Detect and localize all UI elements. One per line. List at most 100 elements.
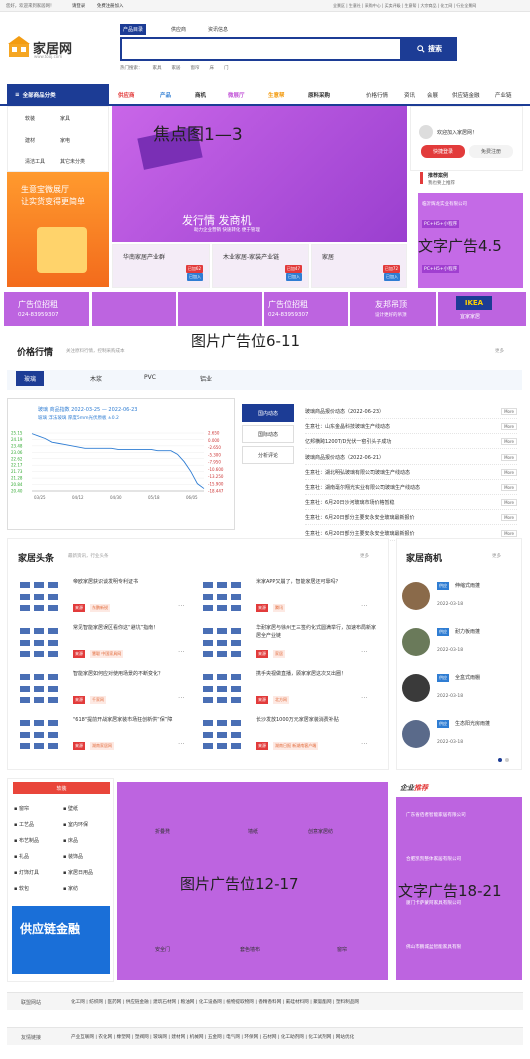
headline-item[interactable]: 米家APP又崩了，智能家居还可靠吗？ 来源 腾讯 ··· <box>201 578 381 622</box>
image-ad-caption[interactable]: 窗帘 <box>337 946 347 953</box>
news-more-button[interactable]: More <box>501 468 517 476</box>
business-name[interactable]: 全盒式雨棚 <box>455 674 480 681</box>
login-link[interactable]: 请登录 <box>72 3 85 9</box>
headline-title[interactable]: "618"提前开战家居家装市场狂创新供“保”障 <box>73 716 193 724</box>
group-card[interactable]: 家居 已加72 已加入 <box>311 244 407 288</box>
top-right-links[interactable]: 全景区 | 生意社 | 采购中心 | 买卖评级 | 生意帮 | 大宗商品 | 化… <box>333 3 476 9</box>
side-tab-analysis[interactable]: 分析评论 <box>242 446 294 464</box>
news-more-button[interactable]: More <box>501 529 517 537</box>
business-item[interactable]: 供应 伸缩式雨蓬 2022-03-18 <box>400 578 522 622</box>
nav-suppliers[interactable]: 供应商 <box>118 91 135 99</box>
recommended-company[interactable]: 合肥凯凯整体家居有限公司 <box>406 856 461 862</box>
image-ad-caption[interactable]: 安全门 <box>155 946 170 953</box>
ad-slot[interactable]: 广告位招租 024-83959307 <box>264 292 348 326</box>
headline-item[interactable]: 华耐家居与徐州王三签约化式圆满举行，加速布局新家居全产业链 来源 家居 ··· <box>201 624 381 668</box>
showroom-promo[interactable]: 生意宝微展厅 让实货变得更简单 <box>7 172 109 287</box>
nav-products[interactable]: 产品 <box>160 91 171 99</box>
business-item[interactable]: 供应 全盒式雨棚 2022-03-18 <box>400 670 522 714</box>
news-row[interactable]: 生意社：湖南毫尔翔光实业有限公司玻璃生产线动态 More <box>305 481 517 495</box>
nav-price[interactable]: 价格行情 <box>366 91 388 99</box>
news-more-button[interactable]: More <box>501 438 517 446</box>
more-options-icon[interactable]: ··· <box>178 648 185 656</box>
search-button[interactable]: 搜索 <box>402 37 457 61</box>
news-title[interactable]: 亿邦横跨1200T/D光伏一窑引头子成功 <box>305 438 391 445</box>
headline-item[interactable]: 常见智能家居误区看你这“避坑”指南！ 来源 慧聪 中国家具网 ··· <box>18 624 198 668</box>
search-tab-news[interactable]: 资讯信息 <box>205 24 231 35</box>
group-card[interactable]: 木业家居-家装产业链 已加47 已加入 <box>212 244 309 288</box>
more-options-icon[interactable]: ··· <box>178 602 185 610</box>
category-item[interactable]: 其它未分类 <box>60 158 85 165</box>
news-row[interactable]: 生意社：山东金晶科技玻璃生产线动态 More <box>305 420 517 435</box>
ad-slot[interactable] <box>178 292 262 326</box>
free-register-button[interactable]: 免费注册 <box>469 145 513 158</box>
more-options-icon[interactable]: ··· <box>178 694 185 702</box>
business-name[interactable]: 生态阳光房雨蓬 <box>455 720 490 727</box>
news-title[interactable]: 生意社：山东金晶科技玻璃生产线动态 <box>305 423 390 430</box>
headline-title[interactable]: 华耐家居与徐州王三签约化式圆满举行，加速布局新家居全产业链 <box>256 624 376 640</box>
category-item[interactable]: 建材 <box>25 137 35 144</box>
category-item[interactable]: 清洁工具 <box>25 158 45 165</box>
price-tab-pvc[interactable]: PVC <box>144 374 156 381</box>
all-categories-button[interactable]: ≡ 全部商品分类 <box>7 84 109 106</box>
news-more-button[interactable]: More <box>501 499 517 507</box>
nav-finance[interactable]: 供应链金融 <box>452 91 480 99</box>
business-name[interactable]: 伸缩式雨蓬 <box>455 582 480 589</box>
material-item[interactable]: ▪ 窗帘 <box>14 805 29 812</box>
register-link[interactable]: 免费注册加入 <box>97 3 123 9</box>
nav-bang[interactable]: 生意帮 <box>268 91 285 99</box>
ad-slot[interactable]: 广告位招租 024-83959307 <box>4 292 89 326</box>
news-row[interactable]: 玻璃商品报价动态（2022-06-21） More <box>305 451 517 465</box>
headline-title[interactable]: 长沙发放1000万元家居家装消费补贴 <box>256 716 376 724</box>
nav-news[interactable]: 资讯 <box>404 91 415 99</box>
news-row[interactable]: 亿邦横跨1200T/D光伏一窑引头子成功 More <box>305 435 517 450</box>
ad-slot-youbang[interactable]: 友邦吊顶 设计更好的吊顶 <box>350 292 436 326</box>
image-ad-caption[interactable]: 墙纸 <box>248 828 258 835</box>
recommend-link[interactable]: 我也要上推荐 <box>428 180 455 186</box>
material-item[interactable]: ▪ 灯饰灯具 <box>14 869 39 876</box>
price-tab-aluminum[interactable]: 铝业 <box>200 374 212 383</box>
hot-item[interactable]: 床 <box>210 66 215 71</box>
recommended-company[interactable]: 佛山市鹏城盆智能家具有限 <box>406 944 461 950</box>
news-title[interactable]: 生意社：湖南毫尔翔光实业有限公司玻璃生产线动态 <box>305 484 420 491</box>
carousel-dot[interactable] <box>505 758 509 762</box>
supply-chain-finance-promo[interactable]: 供应链金融 <box>12 906 110 974</box>
category-item[interactable]: 家电 <box>60 137 70 144</box>
more-options-icon[interactable]: ··· <box>178 740 185 748</box>
business-more-link[interactable]: 更多 <box>492 553 501 559</box>
material-item[interactable]: ▪ 室内环保 <box>63 821 88 828</box>
news-title[interactable]: 生意社：6月20日沙河玻璃市场价格暂稳 <box>305 499 395 506</box>
nav-showroom[interactable]: 微展厅 <box>228 91 245 99</box>
search-tab-products[interactable]: 产品目录 <box>120 24 147 35</box>
ad-slot-ikea[interactable]: IKEA 宜家家居 <box>438 292 526 326</box>
nav-chain[interactable]: 产业链 <box>495 91 512 99</box>
material-item[interactable]: ▪ 软包 <box>14 885 29 892</box>
headline-item[interactable]: 智能家居如何应对使用场景的不断变化？ 来源 千家网 ··· <box>18 670 198 714</box>
ad-slot[interactable] <box>92 292 176 326</box>
material-item[interactable]: ▪ 家居日用品 <box>63 869 93 876</box>
logo-icon[interactable] <box>8 36 30 58</box>
material-item[interactable]: ▪ 布艺制品 <box>14 837 39 844</box>
news-more-button[interactable]: More <box>501 423 517 431</box>
side-tab-domestic[interactable]: 国内动态 <box>242 404 294 422</box>
news-title[interactable]: 玻璃商品报价动态（2022-06-21） <box>305 454 384 461</box>
quick-login-button[interactable]: 快捷登录 <box>421 145 465 158</box>
category-item[interactable]: 软装 <box>25 115 35 122</box>
news-more-button[interactable]: More <box>501 408 517 415</box>
nav-business[interactable]: 商机 <box>195 91 206 99</box>
price-tab-glass[interactable]: 玻璃 <box>16 371 45 386</box>
alliance-link-list[interactable]: 化工网 | 纺织网 | 医药网 | 供应链金融 | 建筑石材网 | 粮油网 | … <box>71 999 359 1005</box>
hot-item[interactable]: 门 <box>224 66 229 71</box>
news-more-button[interactable]: More <box>501 484 517 491</box>
news-title[interactable]: 生意社：6月20日部分主要安永安全玻璃最新报价 <box>305 530 415 537</box>
headline-title[interactable]: 米家APP又崩了，智能家居还可靠吗？ <box>256 578 376 586</box>
material-item[interactable]: ▪ 工艺品 <box>14 821 34 828</box>
hot-item[interactable]: 家具 <box>153 66 162 71</box>
carousel-dot[interactable] <box>498 758 502 762</box>
search-input[interactable] <box>120 37 402 61</box>
search-tab-suppliers[interactable]: 供应商 <box>168 24 189 35</box>
nav-material[interactable]: 原料采购 <box>308 91 330 99</box>
hot-item[interactable]: 家居 <box>172 66 181 71</box>
material-item[interactable]: ▪ 壁纸 <box>63 805 78 812</box>
side-tab-international[interactable]: 国际动态 <box>242 425 294 443</box>
headline-item[interactable]: 帝欧家居获识谈发明专利证书 来源 东鹏新锐 ··· <box>18 578 198 622</box>
